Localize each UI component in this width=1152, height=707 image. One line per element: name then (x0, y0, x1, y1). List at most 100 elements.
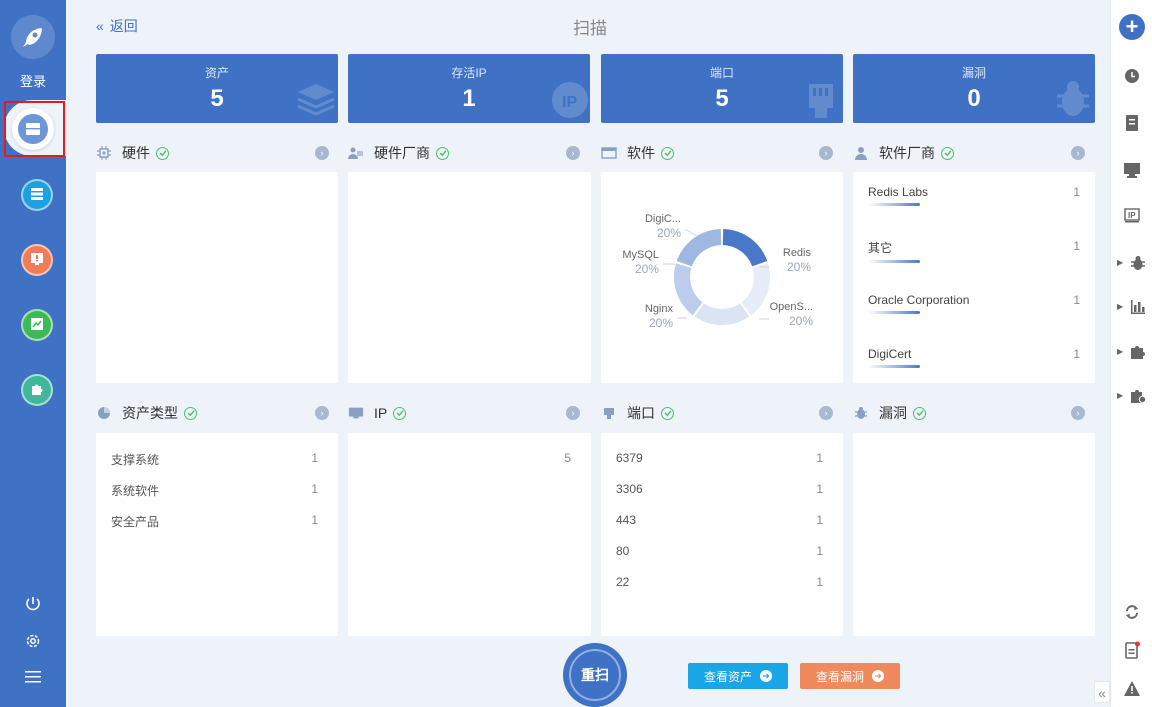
hardware-vendor-detail-arrow-icon[interactable]: › (566, 146, 580, 160)
vendor-bar (868, 311, 920, 314)
rescan-button[interactable]: 重扫 (563, 643, 627, 707)
stat-card-live-ip[interactable]: 存活IP 1 IP (348, 54, 590, 123)
menu-icon[interactable] (23, 667, 43, 687)
view-assets-button[interactable]: 查看资产 ➜ (688, 663, 788, 689)
donut-label-value: 20% (789, 314, 813, 328)
donut-slice[interactable] (722, 229, 768, 267)
ip-icon[interactable]: IP (1111, 204, 1152, 228)
list-item[interactable]: 3306 1 (616, 482, 823, 500)
donut-label-name: MySQL (622, 249, 659, 261)
item-name: 系统软件 (111, 484, 160, 498)
list-item[interactable]: 系统软件 1 (111, 482, 318, 500)
vendor-name: 其它 (868, 241, 893, 255)
donut-slice[interactable] (676, 229, 722, 267)
section-header-vuln: 漏洞 (853, 403, 926, 423)
list-item[interactable]: DigiCert 1 (868, 347, 1080, 368)
port-number: 6379 (616, 451, 643, 465)
section-title: 软件 (627, 145, 655, 161)
bug-icon[interactable] (1117, 251, 1152, 275)
power-icon[interactable] (23, 594, 43, 614)
port-plug-icon (601, 405, 617, 421)
stat-card-ports[interactable]: 端口 5 (601, 54, 843, 123)
rescan-label: 重扫 (569, 649, 621, 701)
report-notification-icon[interactable] (1111, 638, 1152, 662)
list-item[interactable]: 443 1 (616, 513, 823, 531)
document-icon[interactable] (1111, 111, 1152, 135)
puzzle-icon[interactable] (1117, 340, 1152, 364)
vendor-name: Oracle Corporation (868, 293, 970, 307)
donut-slice[interactable] (741, 263, 770, 316)
software-detail-arrow-icon[interactable]: › (819, 146, 833, 160)
section-title: 漏洞 (879, 405, 907, 421)
donut-label-name: Nginx (645, 303, 674, 315)
list-item[interactable]: 6379 1 (616, 451, 823, 469)
add-icon[interactable]: + (1119, 14, 1145, 40)
list-item[interactable]: 80 1 (616, 544, 823, 562)
list-item[interactable]: Oracle Corporation 1 (868, 293, 1080, 314)
software-donut-chart: Redis20%OpenS...20%Nginx20%MySQL20%DigiC… (622, 213, 813, 330)
collapse-panel-icon[interactable]: « (1094, 681, 1110, 703)
vendor-count: 1 (1073, 239, 1080, 253)
nav-assets[interactable] (21, 179, 53, 211)
check-circle-icon (393, 406, 407, 420)
monitor-icon[interactable] (1111, 158, 1152, 182)
hardware-panel (96, 172, 338, 383)
hardware-detail-arrow-icon[interactable]: › (315, 146, 329, 160)
check-circle-icon (184, 406, 197, 420)
item-name: 安全产品 (111, 515, 160, 529)
ip-detail-arrow-icon[interactable]: › (566, 406, 580, 420)
donut-slice[interactable] (694, 303, 750, 325)
stat-card-vulnerabilities[interactable]: 漏洞 0 (853, 54, 1095, 123)
back-link[interactable]: « 返回 (96, 16, 138, 36)
ip-pin-icon: IP (552, 82, 588, 118)
list-item[interactable]: 5 (363, 451, 571, 469)
item-count: 1 (816, 575, 823, 589)
settings-gear-icon[interactable] (23, 631, 43, 651)
port-panel: 6379 1 3306 1 443 1 80 1 22 1 (601, 433, 843, 636)
bar-chart-icon[interactable] (1117, 295, 1152, 319)
software-vendor-panel: Redis Labs 1 其它 1 Oracle Corporation 1 D… (853, 172, 1095, 383)
nav-reports[interactable] (21, 309, 53, 341)
check-circle-icon (941, 146, 954, 160)
view-vulns-button[interactable]: 查看漏洞 ➜ (800, 663, 900, 689)
software-vendor-detail-arrow-icon[interactable]: › (1071, 146, 1085, 160)
user-icon (853, 145, 869, 161)
item-name: 支撑系统 (111, 453, 160, 467)
trend-chart-icon (30, 317, 44, 334)
double-chevron-left-icon: « (96, 18, 104, 34)
list-item[interactable]: 支撑系统 1 (111, 451, 318, 469)
stat-card-assets[interactable]: 资产 5 (96, 54, 338, 123)
donut-label-value: 20% (657, 226, 681, 240)
nav-vulnerabilities[interactable] (21, 244, 53, 276)
item-count: 1 (816, 513, 823, 527)
port-detail-arrow-icon[interactable]: › (819, 406, 833, 420)
list-item[interactable]: Redis Labs 1 (868, 185, 1080, 206)
vendor-bar (868, 260, 920, 263)
section-header-port: 端口 (601, 403, 674, 423)
item-count: 5 (564, 451, 571, 465)
donut-slice[interactable] (674, 263, 703, 316)
item-count: 1 (816, 544, 823, 558)
nav-plugins[interactable] (21, 374, 53, 406)
vendor-people-icon (348, 145, 364, 161)
check-circle-icon (436, 146, 449, 160)
login-link[interactable]: 登录 (0, 71, 66, 90)
section-title: 端口 (627, 405, 655, 421)
asset-type-panel: 支撑系统 1 系统软件 1 安全产品 1 (96, 433, 338, 636)
refresh-icon[interactable] (1111, 600, 1152, 624)
app-logo-icon[interactable] (11, 15, 55, 59)
clock-history-icon[interactable] (1111, 64, 1152, 88)
asset-type-detail-arrow-icon[interactable]: › (315, 406, 329, 420)
ip-panel: 5 (348, 433, 591, 636)
section-header-hardware-vendor: 硬件厂商 (348, 143, 449, 163)
donut-label-value: 20% (649, 316, 673, 330)
list-item[interactable]: 其它 1 (868, 239, 1080, 263)
vuln-detail-arrow-icon[interactable]: › (1071, 406, 1085, 420)
left-sidebar: 登录 (0, 0, 66, 707)
warning-icon[interactable] (1111, 676, 1152, 700)
puzzle-settings-icon[interactable] (1117, 384, 1152, 408)
vendor-count: 1 (1073, 293, 1080, 307)
list-item[interactable]: 安全产品 1 (111, 513, 318, 531)
list-item[interactable]: 22 1 (616, 575, 823, 593)
donut-label-name: DigiC... (645, 213, 681, 225)
